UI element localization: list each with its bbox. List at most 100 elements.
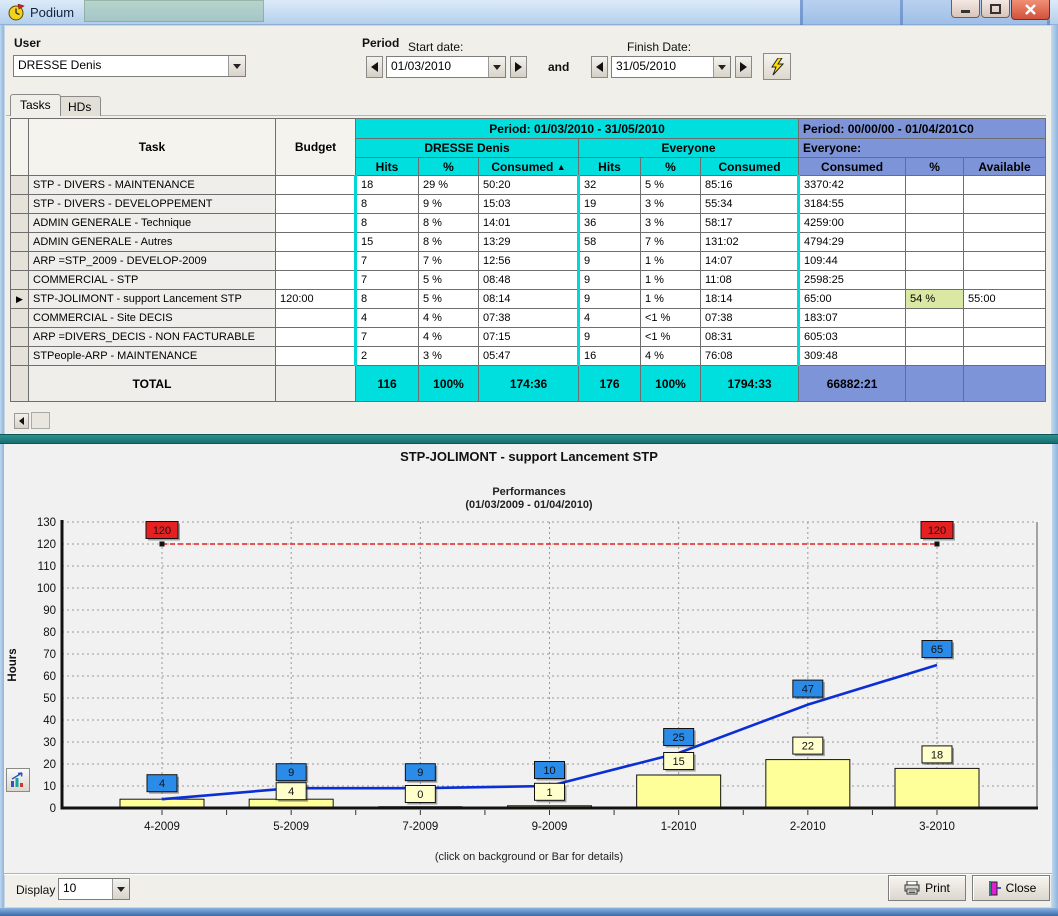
close-window-button[interactable] [1011,0,1050,20]
cell-everyone-consumed[interactable]: 14:07 [701,252,799,271]
cell-total-pct[interactable] [906,214,964,233]
cell-user-hits[interactable]: 4 [356,309,419,328]
maximize-button[interactable] [981,0,1010,18]
cell-everyone-pct[interactable]: 1 % [641,290,701,309]
cell-everyone-hits[interactable]: 32 [579,176,641,195]
cell-budget[interactable] [276,271,356,290]
row-marker[interactable] [11,252,29,271]
cell-budget[interactable] [276,328,356,347]
cell-user-consumed[interactable]: 07:15 [479,328,579,347]
cell-total-consumed[interactable]: 4794:29 [799,233,906,252]
cell-user-consumed[interactable]: 08:48 [479,271,579,290]
cell-total-consumed[interactable]: 2598:25 [799,271,906,290]
row-marker[interactable] [11,233,29,252]
cell-everyone-pct[interactable]: 5 % [641,176,701,195]
bar-1-2010[interactable] [637,775,721,808]
cell-budget[interactable] [276,176,356,195]
cell-everyone-hits[interactable]: 16 [579,347,641,366]
cell-user-consumed[interactable]: 15:03 [479,195,579,214]
cell-total-available[interactable] [964,347,1046,366]
cell-everyone-consumed[interactable]: 58:17 [701,214,799,233]
start-date-prev-button[interactable] [366,56,383,78]
cell-user-hits[interactable]: 18 [356,176,419,195]
col-header-consumed[interactable]: Consumed [799,158,906,176]
cell-user-hits[interactable]: 15 [356,233,419,252]
cell-budget[interactable] [276,347,356,366]
table-row[interactable]: STP - DIVERS - DEVELOPPEMENT89 %15:03193… [11,195,1046,214]
cell-task[interactable]: ARP =STP_2009 - DEVELOP-2009 [29,252,276,271]
table-row[interactable]: COMMERCIAL - STP75 %08:4891 %11:082598:2… [11,271,1046,290]
finish-date-next-button[interactable] [735,56,752,78]
cell-everyone-pct[interactable]: 4 % [641,347,701,366]
cell-total-pct[interactable] [906,233,964,252]
cell-total-consumed[interactable]: 65:00 [799,290,906,309]
cell-everyone-pct[interactable]: 3 % [641,214,701,233]
cell-task[interactable]: STP - DIVERS - MAINTENANCE [29,176,276,195]
cell-everyone-consumed[interactable]: 18:14 [701,290,799,309]
col-header-consumed-sorted[interactable]: Consumed ▲ [479,158,579,176]
table-row[interactable]: STP - DIVERS - MAINTENANCE 1829 %50:20325… [11,176,1046,195]
cell-total-available[interactable] [964,214,1046,233]
cell-budget[interactable] [276,252,356,271]
cell-user-pct[interactable]: 7 % [419,252,479,271]
cell-user-consumed[interactable]: 50:20 [479,176,579,195]
cell-budget[interactable]: 120:00 [276,290,356,309]
table-row[interactable]: ADMIN GENERALE - Autres158 %13:29587 %13… [11,233,1046,252]
cell-total-available[interactable] [964,252,1046,271]
col-header-available[interactable]: Available [964,158,1046,176]
tab-tasks[interactable]: Tasks [10,94,61,116]
cell-everyone-hits[interactable]: 19 [579,195,641,214]
cell-user-consumed[interactable]: 08:14 [479,290,579,309]
cell-total-available[interactable] [964,309,1046,328]
cell-total-available[interactable] [964,271,1046,290]
row-marker[interactable] [11,347,29,366]
tab-hds[interactable]: HDs [58,96,101,116]
start-date-select[interactable]: 01/03/2010 [386,56,506,78]
minimize-button[interactable] [951,0,980,18]
cell-user-pct[interactable]: 4 % [419,309,479,328]
cell-user-pct[interactable]: 29 % [419,176,479,195]
chevron-down-icon[interactable] [228,56,245,76]
row-marker[interactable] [11,195,29,214]
display-count-select[interactable]: 10 [58,878,130,900]
cell-total-pct[interactable] [906,252,964,271]
refresh-button[interactable] [763,53,791,80]
row-marker[interactable] [11,214,29,233]
cell-total-pct[interactable] [906,271,964,290]
cell-total-available[interactable] [964,195,1046,214]
cell-total-consumed[interactable]: 309:48 [799,347,906,366]
print-button[interactable]: Print [888,875,966,901]
cell-user-pct[interactable]: 9 % [419,195,479,214]
row-marker[interactable] [11,309,29,328]
bar-2-2010[interactable] [766,760,850,808]
cell-user-consumed[interactable]: 07:38 [479,309,579,328]
table-row[interactable]: ARP =STP_2009 - DEVELOP-200977 %12:5691 … [11,252,1046,271]
cell-user-hits[interactable]: 7 [356,252,419,271]
cell-task[interactable]: COMMERCIAL - Site DECIS [29,309,276,328]
cell-task[interactable]: STP - DIVERS - DEVELOPPEMENT [29,195,276,214]
table-row[interactable]: ADMIN GENERALE - Technique88 %14:01363 %… [11,214,1046,233]
cell-everyone-consumed[interactable]: 131:02 [701,233,799,252]
cell-user-hits[interactable]: 7 [356,271,419,290]
user-select[interactable]: DRESSE Denis [13,55,246,77]
cell-user-pct[interactable]: 5 % [419,271,479,290]
col-header-pct[interactable]: % [419,158,479,176]
col-header-pct[interactable]: % [906,158,964,176]
cell-user-hits[interactable]: 7 [356,328,419,347]
cell-everyone-pct[interactable]: 1 % [641,252,701,271]
cell-everyone-consumed[interactable]: 85:16 [701,176,799,195]
cell-everyone-pct[interactable]: 3 % [641,195,701,214]
current-row-marker[interactable]: ▶ [11,290,29,309]
row-marker[interactable] [11,328,29,347]
cell-everyone-pct[interactable]: <1 % [641,328,701,347]
cell-total-pct[interactable] [906,309,964,328]
cell-total-consumed[interactable]: 109:44 [799,252,906,271]
cell-everyone-hits[interactable]: 4 [579,309,641,328]
cell-everyone-pct[interactable]: 1 % [641,271,701,290]
cell-user-hits[interactable]: 8 [356,290,419,309]
table-row[interactable]: ▶STP-JOLIMONT - support Lancement STP120… [11,290,1046,309]
cell-everyone-hits[interactable]: 9 [579,328,641,347]
cell-total-pct[interactable]: 54 % [906,290,964,309]
cell-user-pct[interactable]: 5 % [419,290,479,309]
hscroll-thumb[interactable] [31,412,50,429]
